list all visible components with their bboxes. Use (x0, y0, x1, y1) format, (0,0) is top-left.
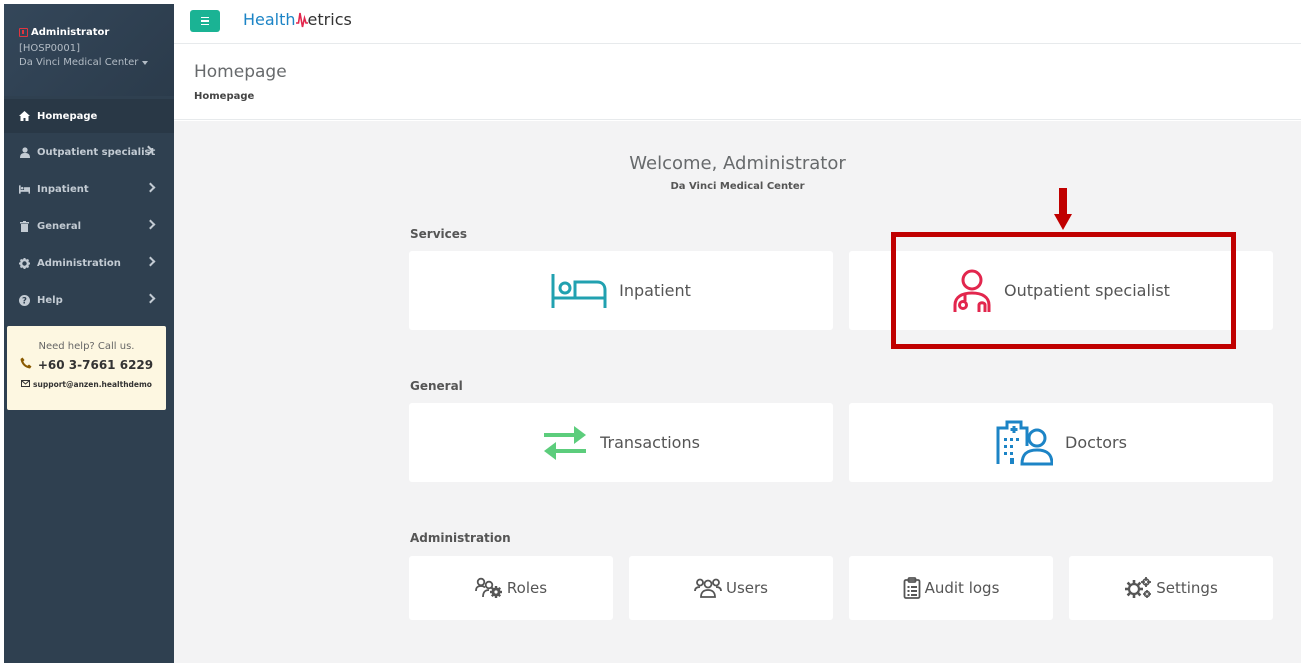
trash-icon (19, 220, 30, 232)
card-label: Doctors (1065, 433, 1127, 452)
sidebar-item-inpatient[interactable]: Inpatient (4, 172, 174, 206)
brand-logo[interactable]: Health etrics (243, 9, 352, 29)
card-label: Transactions (600, 433, 700, 452)
help-email-address: support@anzen.healthdemo (33, 380, 152, 389)
user-md-icon (19, 146, 30, 158)
profile-code: [HOSP0001] (19, 43, 81, 54)
top-navbar: Health etrics (174, 4, 1301, 44)
card-users[interactable]: Users (629, 556, 833, 620)
caret-down-icon (142, 60, 149, 65)
sidebar-item-label: Homepage (37, 110, 98, 122)
card-label: Inpatient (619, 281, 691, 300)
chevron-right-icon (145, 293, 156, 304)
help-phone-number: +60 3-7661 6229 (37, 357, 154, 372)
section-title-services: Services (410, 227, 468, 241)
help-phone[interactable]: +60 3-7661 6229 (7, 357, 166, 372)
help-title: Need help? Call us. (38, 341, 135, 352)
main-content: Welcome, Administrator Da Vinci Medical … (174, 121, 1301, 663)
roles-icon (475, 577, 503, 599)
sidebar-item-help[interactable]: ? Help (4, 283, 174, 317)
sidebar-item-label: Inpatient (37, 183, 89, 195)
hamburger-line (201, 23, 209, 26)
card-audit-logs[interactable]: Audit logs (849, 556, 1053, 620)
phone-icon (20, 357, 32, 372)
card-inpatient[interactable]: Inpatient (409, 251, 833, 330)
profile-org-dropdown[interactable]: Da Vinci Medical Center (19, 57, 149, 68)
card-transactions[interactable]: Transactions (409, 403, 833, 482)
card-label: Settings (1156, 579, 1218, 597)
profile-name-label: Administrator (31, 27, 110, 38)
cog-icon (19, 257, 30, 269)
transfer-icon (542, 425, 588, 461)
home-icon (19, 111, 30, 122)
page-title: Homepage (194, 62, 287, 82)
sidebar-item-label: Outpatient specialist (37, 146, 156, 158)
arrow-down-icon (1054, 188, 1072, 231)
sidebar-item-label: General (37, 220, 81, 232)
settings-icon (1124, 576, 1152, 600)
sidebar-item-outpatient[interactable]: Outpatient specialist (4, 135, 174, 169)
sidebar-item-label: Help (37, 294, 63, 306)
chevron-right-icon (145, 256, 156, 267)
card-doctors[interactable]: Doctors (849, 403, 1273, 482)
hamburger-line (201, 16, 209, 19)
welcome-org: Da Vinci Medical Center (670, 181, 805, 192)
section-title-general: General (410, 379, 463, 393)
logo-suffix: etrics (307, 10, 352, 29)
profile-org-label: Da Vinci Medical Center (19, 57, 139, 68)
bed-icon (19, 184, 30, 195)
sidebar: Administrator [HOSP0001] Da Vinci Medica… (4, 4, 174, 663)
clipboard-icon (903, 577, 921, 599)
card-label: Audit logs (924, 579, 1000, 597)
sidebar-item-label: Administration (37, 257, 121, 269)
highlight-box (891, 232, 1236, 349)
chevron-right-icon (145, 219, 156, 230)
card-settings[interactable]: Settings (1069, 556, 1273, 620)
logout-icon (19, 28, 28, 37)
sidebar-item-homepage[interactable]: Homepage (4, 99, 174, 133)
breadcrumb[interactable]: Homepage (194, 91, 254, 102)
card-roles[interactable]: Roles (409, 556, 613, 620)
hamburger-line (201, 20, 209, 22)
sidebar-item-administration[interactable]: Administration (4, 246, 174, 280)
envelope-icon (21, 380, 31, 389)
heartbeat-icon (295, 9, 308, 29)
section-title-administration: Administration (410, 531, 511, 545)
page-header: Homepage Homepage (174, 45, 1301, 120)
welcome-heading: Welcome, Administrator (629, 153, 846, 174)
profile-name[interactable]: Administrator (19, 27, 109, 38)
profile-panel: Administrator [HOSP0001] Da Vinci Medica… (4, 4, 174, 96)
svg-text:?: ? (22, 296, 27, 305)
card-label: Users (725, 579, 768, 597)
bed-icon (551, 273, 607, 308)
card-label: Roles (506, 579, 548, 597)
hospital-user-icon (995, 420, 1054, 466)
help-email[interactable]: support@anzen.healthdemo (7, 380, 166, 389)
question-icon: ? (19, 294, 30, 306)
help-box: Need help? Call us. +60 3-7661 6229 supp… (7, 326, 166, 410)
sidebar-item-general[interactable]: General (4, 209, 174, 243)
chevron-right-icon (145, 182, 156, 193)
users-icon (694, 578, 722, 598)
menu-toggle-button[interactable] (190, 10, 220, 32)
logo-prefix: Health (243, 10, 296, 29)
